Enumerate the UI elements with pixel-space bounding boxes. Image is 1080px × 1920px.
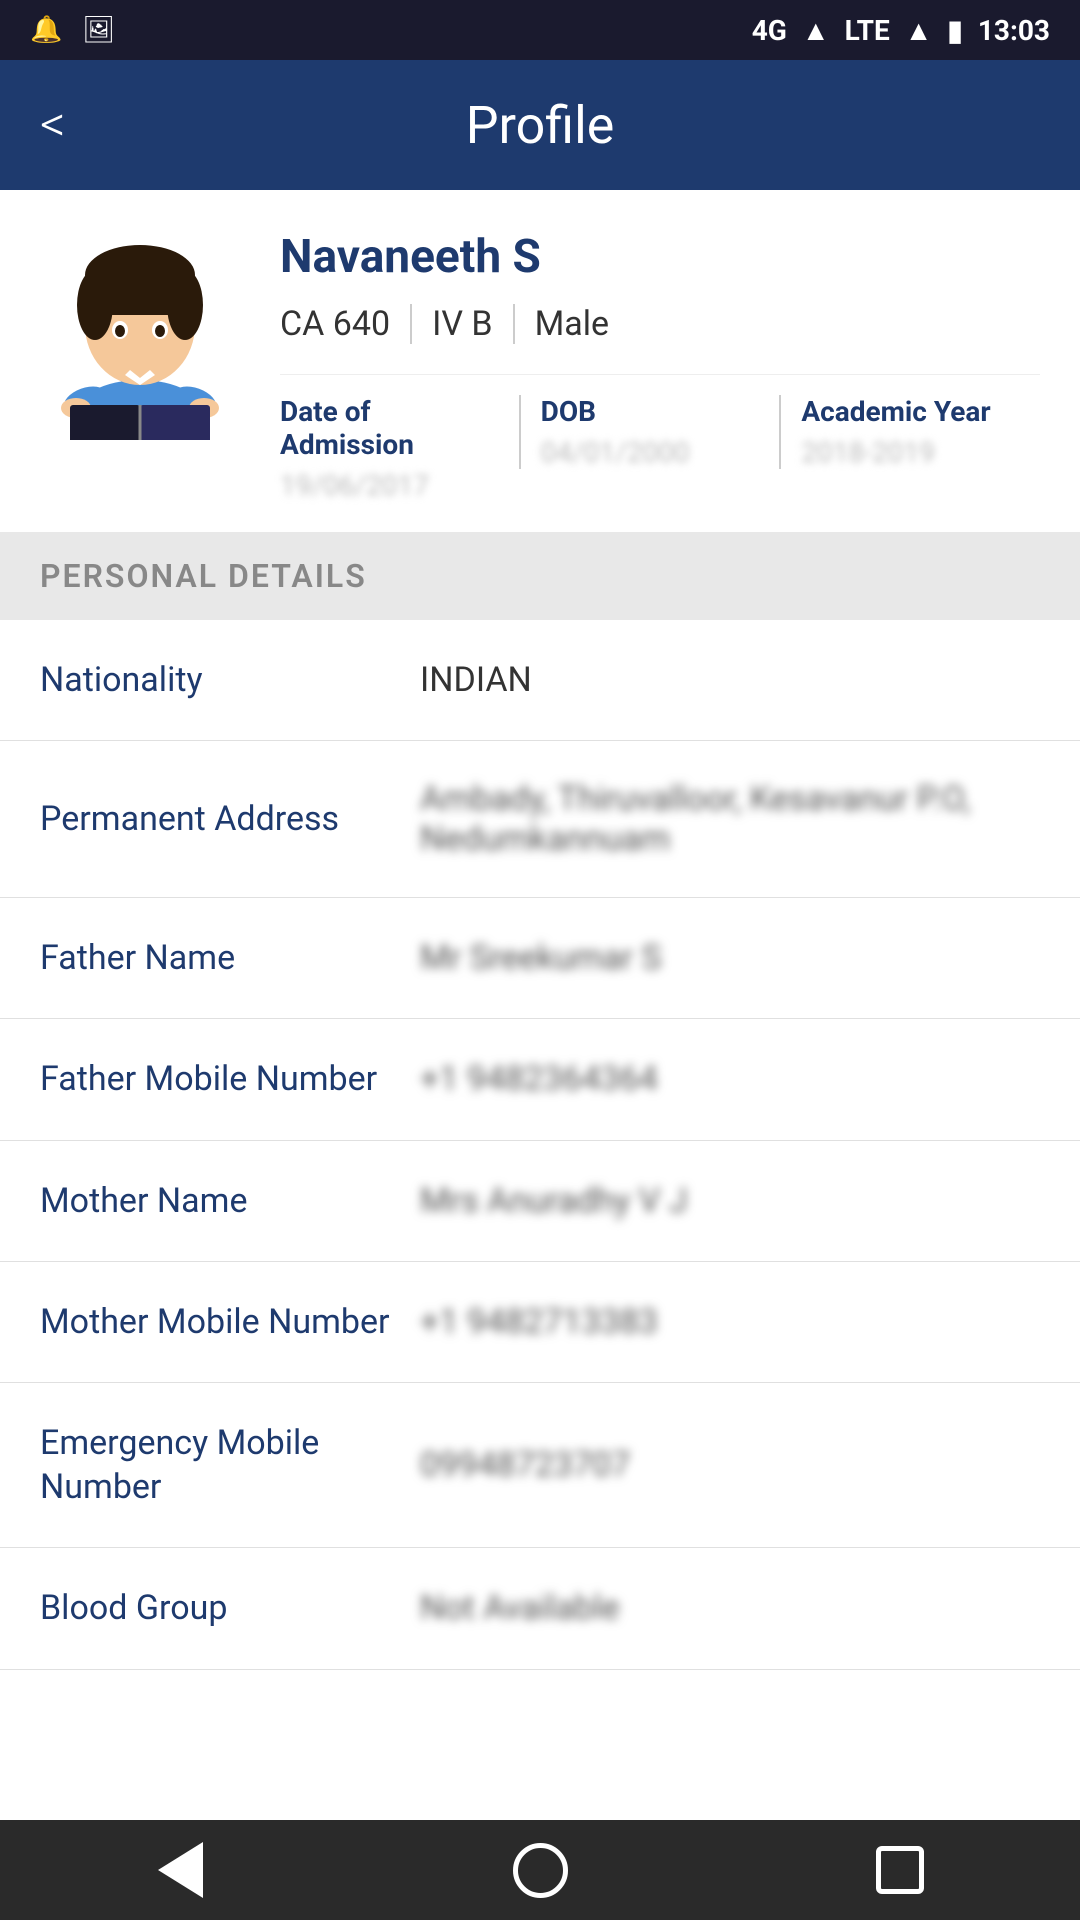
nav-recent-button[interactable] (865, 1835, 935, 1905)
section: IV B (412, 304, 513, 344)
status-bar-left: 🔔 🖼 (30, 15, 115, 45)
academic-year-col: Academic Year 2018-2019 (779, 395, 1040, 469)
home-nav-icon (513, 1843, 568, 1898)
student-name: Navaneeth S (280, 230, 1040, 284)
nav-home-button[interactable] (505, 1835, 575, 1905)
back-button[interactable]: < (40, 96, 66, 154)
detail-row: Mother NameMrs Anuradhy V J (0, 1141, 1080, 1262)
roll-number: CA 640 (280, 304, 410, 344)
lte-label: LTE (845, 14, 890, 47)
signal-4g: 4G (752, 14, 787, 47)
dob-value: 04/01/2000 (541, 436, 760, 469)
dob-col: DOB 04/01/2000 (519, 395, 780, 469)
clock: 13:03 (978, 14, 1050, 47)
lte-signal-bar: ▲ (905, 14, 933, 47)
signal-bar: ▲ (802, 14, 830, 47)
profile-meta: CA 640 IV B Male (280, 304, 1040, 344)
recent-nav-icon (876, 1846, 924, 1894)
detail-label: Nationality (40, 658, 420, 702)
date-of-admission-col: Date of Admission 19/06/2017 (280, 395, 519, 502)
academic-year-value: 2018-2019 (801, 436, 1020, 469)
dob-label: DOB (541, 395, 760, 428)
detail-label: Permanent Address (40, 797, 420, 841)
section-header-personal: PERSONAL DETAILS (0, 532, 1080, 620)
image-icon: 🖼 (82, 15, 115, 45)
bottom-navigation (0, 1820, 1080, 1920)
battery-icon: ▮ (947, 14, 962, 47)
detail-value: Mr Sreekumar S (420, 938, 1040, 978)
profile-section: Navaneeth S CA 640 IV B Male Date of Adm… (0, 190, 1080, 532)
detail-value: Ambady, Thiruvalloor, Kesavanur P.O, Ned… (420, 779, 1040, 859)
detail-label: Father Mobile Number (40, 1057, 420, 1101)
detail-row: Mother Mobile Number+1 9482713383 (0, 1262, 1080, 1383)
back-nav-icon (158, 1842, 203, 1898)
notification-icon: 🔔 (30, 15, 62, 45)
detail-value: Mrs Anuradhy V J (420, 1181, 1040, 1221)
detail-value: +1 9482364364 (420, 1059, 1040, 1099)
date-of-admission-label: Date of Admission (280, 395, 499, 461)
header: < Profile (0, 60, 1080, 190)
detail-label: Mother Mobile Number (40, 1300, 420, 1344)
academic-year-label: Academic Year (801, 395, 1020, 428)
gender: Male (515, 304, 629, 344)
detail-row: Father Mobile Number+1 9482364364 (0, 1019, 1080, 1140)
status-bar-right: 4G ▲ LTE ▲ ▮ 13:03 (752, 14, 1050, 47)
detail-value: INDIAN (420, 660, 1040, 700)
detail-row: Emergency Mobile Number09948723707 (0, 1383, 1080, 1548)
page-title: Profile (466, 95, 615, 156)
detail-label: Father Name (40, 936, 420, 980)
detail-label: Blood Group (40, 1586, 420, 1630)
profile-info: Navaneeth S CA 640 IV B Male Date of Adm… (280, 230, 1040, 502)
detail-row: NationalityINDIAN (0, 620, 1080, 741)
detail-value: 09948723707 (420, 1445, 1040, 1485)
avatar (40, 230, 240, 440)
profile-dates: Date of Admission 19/06/2017 DOB 04/01/2… (280, 374, 1040, 502)
detail-row: Permanent AddressAmbady, Thiruvalloor, K… (0, 741, 1080, 898)
detail-label: Mother Name (40, 1179, 420, 1223)
detail-value: Not Available (420, 1588, 1040, 1628)
detail-value: +1 9482713383 (420, 1302, 1040, 1342)
personal-details-list: NationalityINDIANPermanent AddressAmbady… (0, 620, 1080, 1670)
nav-back-button[interactable] (145, 1835, 215, 1905)
detail-label: Emergency Mobile Number (40, 1421, 420, 1509)
date-of-admission-value: 19/06/2017 (280, 469, 499, 502)
status-bar: 🔔 🖼 4G ▲ LTE ▲ ▮ 13:03 (0, 0, 1080, 60)
detail-row: Blood GroupNot Available (0, 1548, 1080, 1669)
detail-row: Father NameMr Sreekumar S (0, 898, 1080, 1019)
